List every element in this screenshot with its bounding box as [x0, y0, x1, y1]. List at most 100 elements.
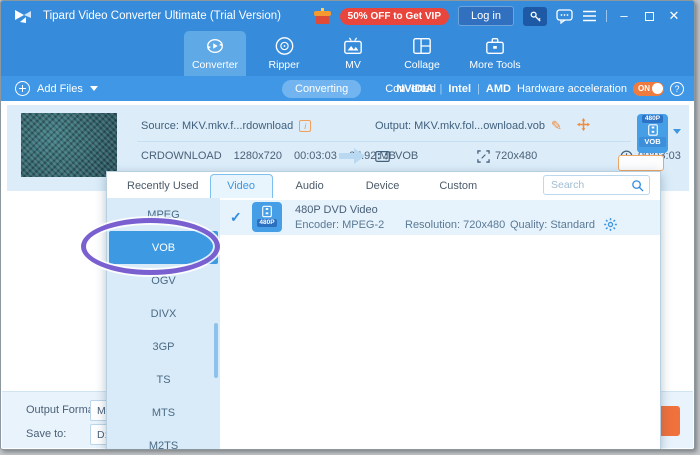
- ripper-icon: [275, 37, 293, 55]
- profile-row-480p[interactable]: ✓ 480P 480P DVD Video Encoder: MPEG-2 Re…: [220, 200, 660, 235]
- close-button[interactable]: ✕: [666, 8, 682, 24]
- output-format-value: VOB: [395, 150, 419, 162]
- edit-output-icon[interactable]: ✎: [551, 118, 562, 134]
- maximize-button[interactable]: [641, 9, 657, 24]
- tab-audio[interactable]: Audio: [294, 175, 326, 197]
- titlebar: Tipard Video Converter Ultimate (Trial V…: [1, 1, 694, 31]
- tab-mv[interactable]: MV: [322, 31, 384, 76]
- titlebar-separator: [606, 10, 607, 22]
- hw-accel-toggle[interactable]: ON: [633, 81, 664, 96]
- add-files-button[interactable]: Add Files: [15, 76, 98, 101]
- app-title: Tipard Video Converter Ultimate (Trial V…: [43, 10, 281, 22]
- hw-separator: |: [477, 82, 480, 95]
- tab-ripper[interactable]: Ripper: [253, 31, 315, 76]
- output-label: Output: MKV.mkv.fol...ownload.vob: [375, 120, 545, 132]
- format-badge: 480P: [641, 115, 664, 123]
- tab-label: Converter: [191, 59, 239, 71]
- info-icon[interactable]: i: [299, 120, 312, 132]
- format-item-mts[interactable]: MTS: [107, 396, 220, 429]
- film-icon: [375, 150, 390, 162]
- format-item-divx[interactable]: DIVX: [107, 297, 220, 330]
- tab-converter[interactable]: Converter: [184, 31, 246, 76]
- login-button[interactable]: Log in: [458, 6, 514, 26]
- film-reel-icon: [647, 124, 658, 136]
- format-item-ts[interactable]: TS: [107, 363, 220, 396]
- vip-offer-badge[interactable]: 50% OFF to Get VIP: [339, 7, 450, 25]
- nvidia-label: NVIDIA: [396, 82, 434, 95]
- app-window: Tipard Video Converter Ultimate (Trial V…: [0, 0, 695, 450]
- check-icon: ✓: [230, 209, 242, 225]
- main-nav: Converter Ripper MV Collage More Tools: [1, 31, 694, 76]
- move-icon[interactable]: [576, 117, 591, 132]
- profile-icon: 480P: [252, 202, 282, 232]
- profile-quality: Quality: Standard: [510, 219, 595, 231]
- source-label: Source: MKV.mkv.f...rdownload: [141, 120, 294, 132]
- tab-video[interactable]: Video: [209, 174, 273, 198]
- profile-encoder: Encoder: MPEG-2: [295, 219, 385, 231]
- list-scrollbar-thumb[interactable]: [214, 323, 218, 378]
- profile-title: 480P DVD Video: [295, 204, 378, 216]
- format-caret-icon[interactable]: [673, 129, 681, 134]
- film-reel-icon: [262, 205, 272, 218]
- tab-collage[interactable]: Collage: [391, 31, 453, 76]
- hw-accel-label: Hardware acceleration: [516, 82, 627, 95]
- screenshot-stage: Tipard Video Converter Ultimate (Trial V…: [0, 0, 700, 455]
- tab-label: More Tools: [469, 59, 521, 71]
- search-box[interactable]: [543, 175, 650, 195]
- format-anchor-outline: [618, 155, 664, 171]
- format-list: MPEG VOB OGV DIVX 3GP TS MTS M2TS: [107, 198, 220, 450]
- profile-badge: 480P: [257, 219, 277, 227]
- help-icon[interactable]: ?: [670, 81, 684, 96]
- chevron-down-icon: [89, 86, 98, 91]
- format-item-3gp[interactable]: 3GP: [107, 330, 220, 363]
- key-icon: [530, 11, 541, 22]
- format-item-ogv[interactable]: OGV: [107, 264, 220, 297]
- resolution-icon: [477, 149, 490, 163]
- search-input[interactable]: [551, 179, 631, 191]
- row-divider: [137, 141, 631, 142]
- converter-icon: [207, 39, 223, 53]
- more-tools-icon: [486, 38, 504, 54]
- output-format-label: Output Format:: [26, 404, 100, 416]
- hw-separator: |: [439, 82, 443, 95]
- tipard-logo-icon: [15, 10, 31, 23]
- save-to-label: Save to:: [26, 428, 67, 440]
- intel-label: Intel: [448, 82, 472, 95]
- collage-icon: [413, 38, 431, 54]
- output-format-button[interactable]: 480P VOB: [637, 114, 668, 153]
- profile-resolution: Resolution: 720x480: [405, 219, 506, 231]
- menu-icon[interactable]: [582, 10, 597, 22]
- mv-icon: [344, 37, 362, 54]
- format-item-mpeg[interactable]: MPEG: [107, 198, 220, 231]
- tab-custom[interactable]: Custom: [437, 175, 479, 197]
- format-label: VOB: [639, 137, 666, 147]
- output-resolution-value: 720x480: [495, 150, 538, 162]
- source-container: CRDOWNLOAD: [141, 150, 222, 162]
- format-item-m2ts[interactable]: M2TS: [107, 429, 220, 450]
- source-duration: 00:03:03: [294, 150, 337, 162]
- tab-label: MV: [345, 59, 361, 71]
- register-key-button[interactable]: [523, 6, 547, 26]
- search-icon[interactable]: [631, 179, 644, 192]
- sub-toolbar: Add Files Converting Converted NVIDIA | …: [1, 76, 694, 101]
- gift-icon[interactable]: [313, 8, 331, 24]
- maximize-icon: [644, 11, 654, 21]
- tab-label: Ripper: [268, 59, 300, 71]
- video-thumbnail: [21, 113, 117, 177]
- gear-icon[interactable]: [603, 217, 618, 232]
- format-dropdown-panel: Recently Used Video Audio Device Custom …: [106, 171, 661, 450]
- tab-more-tools[interactable]: More Tools: [460, 31, 530, 76]
- toggle-on-label: ON: [638, 83, 650, 93]
- source-resolution: 1280x720: [233, 150, 282, 162]
- converting-tab[interactable]: Converting: [282, 79, 362, 98]
- tab-label: Collage: [404, 59, 440, 71]
- toggle-knob: [651, 83, 663, 94]
- plus-circle-icon: [15, 81, 30, 96]
- amd-label: AMD: [485, 82, 511, 95]
- format-item-vob[interactable]: VOB: [109, 231, 218, 264]
- convert-arrow-icon: [339, 148, 365, 164]
- tab-device[interactable]: Device: [364, 175, 402, 197]
- tab-recently-used[interactable]: Recently Used: [125, 175, 201, 197]
- minimize-button[interactable]: –: [616, 8, 632, 24]
- feedback-icon[interactable]: [556, 8, 573, 24]
